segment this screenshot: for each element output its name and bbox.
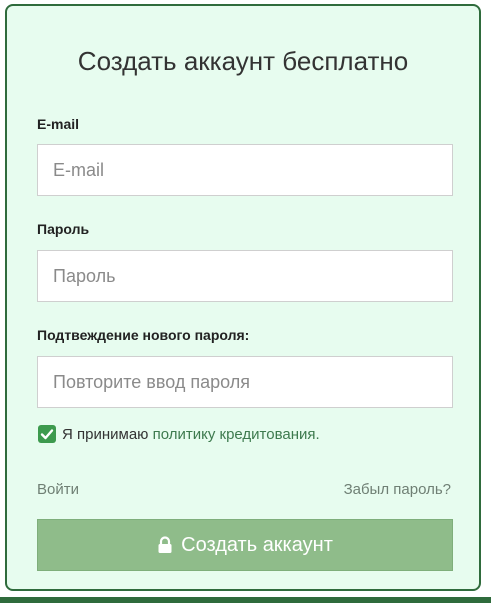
password-input[interactable]: [37, 250, 453, 302]
accept-policy-text: Я принимаю политику кредитования.: [62, 426, 320, 443]
password-label: Пароль: [37, 221, 90, 237]
create-account-button[interactable]: Создать аккаунт: [37, 519, 453, 571]
lock-icon: [158, 536, 172, 553]
accept-policy-label: Я принимаю: [62, 426, 153, 443]
accept-policy-checkbox[interactable]: [38, 425, 56, 443]
email-label: E-mail: [37, 116, 80, 132]
bottom-divider: [0, 597, 491, 603]
confirm-password-input[interactable]: [37, 356, 453, 408]
signup-card: Создать аккаунт бесплатно E-mail Пароль …: [5, 4, 481, 591]
forgot-password-link[interactable]: Забыл пароль?: [344, 481, 451, 498]
login-link[interactable]: Войти: [37, 481, 79, 498]
policy-link[interactable]: политику кредитования.: [153, 426, 320, 443]
confirm-password-label: Подтвеждение нового пароля:: [37, 327, 250, 343]
checkmark-icon: [40, 429, 54, 440]
email-input[interactable]: [37, 144, 453, 196]
form-title: Создать аккаунт бесплатно: [77, 46, 409, 76]
create-account-label: Создать аккаунт: [181, 533, 333, 556]
